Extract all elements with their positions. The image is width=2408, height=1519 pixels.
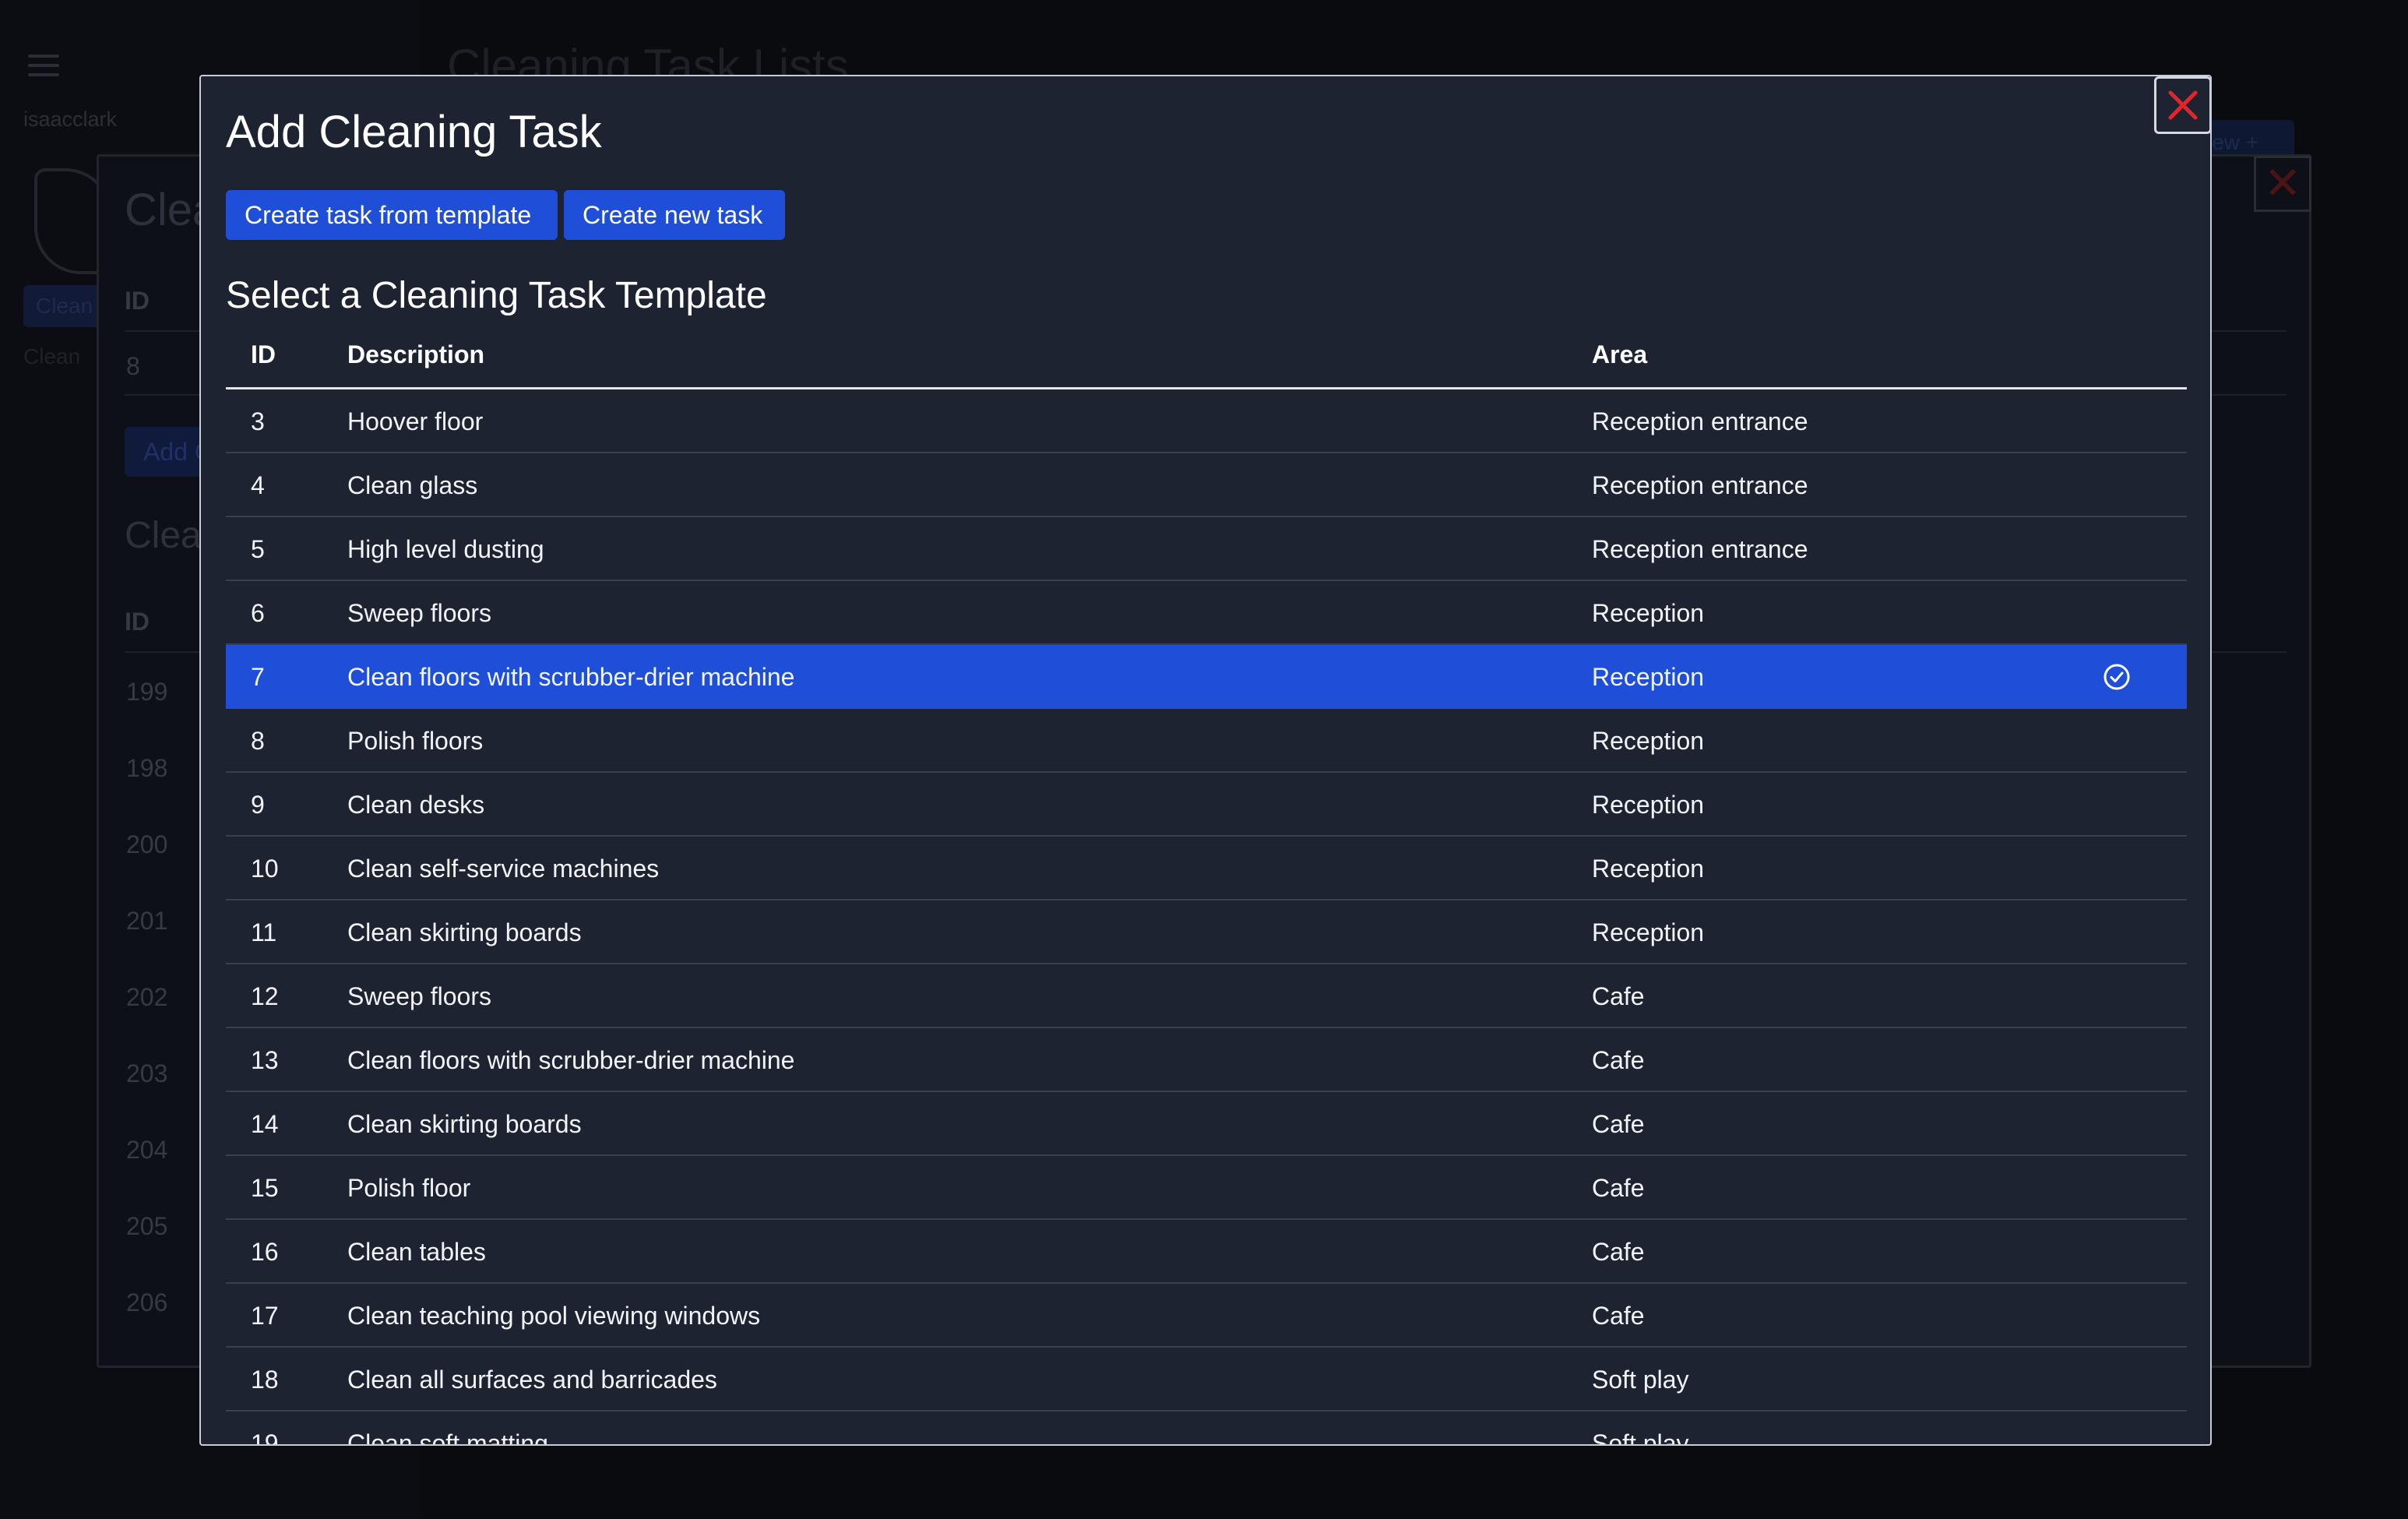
row-area: Reception [1592, 727, 1705, 755]
row-area: Soft play [1592, 1366, 1689, 1394]
row-id: 16 [251, 1238, 279, 1266]
panel-list-id: 204 [126, 1136, 168, 1164]
table-row[interactable]: 9 Clean desks Reception [226, 773, 2187, 837]
panel-list-id: 200 [126, 830, 168, 858]
row-description: Clean desks [347, 791, 485, 819]
row-description: High level dusting [347, 535, 544, 563]
table-row[interactable]: 3 Hoover floor Reception entrance [226, 389, 2187, 453]
panel-list-id: 206 [126, 1288, 168, 1316]
row-description: Clean glass [347, 471, 478, 499]
check-circle-icon [2103, 664, 2130, 690]
table-row[interactable]: 7 Clean floors with scrubber-drier machin… [226, 645, 2187, 709]
table-row[interactable]: 16 Clean tables Cafe [226, 1220, 2187, 1284]
panel-list-id: 198 [126, 754, 168, 782]
table-header: ID Description Area [226, 319, 2187, 389]
panel-id-header: ID [125, 287, 150, 315]
row-id: 9 [251, 791, 265, 819]
row-area: Reception [1592, 599, 1705, 627]
row-area: Reception [1592, 791, 1705, 819]
panel-list-header: ID [125, 608, 150, 636]
row-id: 5 [251, 535, 265, 563]
row-id: 17 [251, 1302, 279, 1330]
row-description: Hoover floor [347, 407, 484, 435]
menu-icon[interactable] [28, 55, 59, 76]
panel-list-id: 201 [126, 907, 168, 935]
table-row[interactable]: 11 Clean skirting boards Reception [226, 900, 2187, 964]
row-description: Sweep floors [347, 982, 491, 1010]
create-new-task-button[interactable]: Create new task [564, 190, 785, 240]
row-description: Clean teaching pool viewing windows [347, 1302, 761, 1330]
row-area: Cafe [1592, 982, 1645, 1010]
row-description: Clean all surfaces and barricades [347, 1366, 717, 1394]
username: isaacclark [23, 107, 118, 131]
row-id: 6 [251, 599, 265, 627]
panel-list-id: 203 [126, 1059, 168, 1087]
row-id: 18 [251, 1366, 279, 1394]
column-header-description[interactable]: Description [347, 319, 484, 389]
background-close-icon[interactable]: ✕ [2254, 156, 2311, 212]
column-header-id[interactable]: ID [251, 319, 276, 389]
close-button[interactable] [2154, 76, 2210, 134]
table-row[interactable]: 15 Polish floor Cafe [226, 1156, 2187, 1220]
row-description: Clean skirting boards [347, 918, 582, 946]
row-id: 15 [251, 1174, 279, 1202]
row-description: Clean floors with scrubber-drier machine [347, 1046, 795, 1074]
table-row[interactable]: 13 Clean floors with scrubber-drier machi… [226, 1028, 2187, 1092]
row-id: 10 [251, 855, 279, 883]
table-row[interactable]: 10 Clean self-service machines Reception [226, 837, 2187, 900]
row-area: Reception [1592, 855, 1705, 883]
row-area: Cafe [1592, 1238, 1645, 1266]
row-id: 13 [251, 1046, 279, 1074]
row-id: 12 [251, 982, 279, 1010]
row-description: Clean self-service machines [347, 855, 660, 883]
table-row[interactable]: 14 Clean skirting boards Cafe [226, 1092, 2187, 1156]
table-row[interactable]: 18 Clean all surfaces and barricades Soft … [226, 1348, 2187, 1412]
table-body: 3 Hoover floor Reception entrance 4 Clean gl… [226, 389, 2187, 1446]
panel-section-title: Clea [125, 515, 202, 556]
table-row[interactable]: 19 Clean soft matting Soft play [226, 1412, 2187, 1446]
panel-list-id: 202 [126, 983, 168, 1011]
row-description: Clean tables [347, 1238, 486, 1266]
row-area: Reception entrance [1592, 535, 1808, 563]
panel-id-value: 8 [126, 352, 140, 380]
table-row[interactable]: 5 High level dusting Reception entrance [226, 517, 2187, 581]
panel-list-id: 205 [126, 1212, 168, 1240]
column-header-area[interactable]: Area [1592, 319, 1647, 389]
sidebar-item-cleaning-2[interactable]: Clean [23, 344, 80, 369]
row-area: Reception [1592, 918, 1705, 946]
row-description: Clean skirting boards [347, 1110, 582, 1138]
row-description: Sweep floors [347, 599, 491, 627]
modal-title: Add Cleaning Task [226, 107, 602, 157]
row-id: 3 [251, 407, 265, 435]
row-description: Clean floors with scrubber-drier machine [347, 663, 795, 691]
row-area: Reception entrance [1592, 407, 1808, 435]
row-area: Reception entrance [1592, 471, 1808, 499]
template-table: ID Description Area 3 Hoover floor Recepti… [226, 319, 2187, 1446]
row-area: Cafe [1592, 1174, 1645, 1202]
row-id: 4 [251, 471, 265, 499]
table-row[interactable]: 12 Sweep floors Cafe [226, 964, 2187, 1028]
panel-list-id: 199 [126, 678, 168, 706]
close-icon [2168, 90, 2198, 120]
table-row[interactable]: 4 Clean glass Reception entrance [226, 453, 2187, 517]
row-id: 14 [251, 1110, 279, 1138]
row-id: 11 [251, 918, 277, 946]
row-id: 7 [251, 663, 265, 691]
row-area: Soft play [1592, 1429, 1689, 1446]
table-row[interactable]: 6 Sweep floors Reception [226, 581, 2187, 645]
row-description: Polish floor [347, 1174, 471, 1202]
row-area: Cafe [1592, 1110, 1645, 1138]
row-id: 8 [251, 727, 265, 755]
row-description: Polish floors [347, 727, 484, 755]
create-from-template-button[interactable]: Create task from template [226, 190, 558, 240]
row-id: 19 [251, 1429, 279, 1446]
row-area: Cafe [1592, 1302, 1645, 1330]
table-row[interactable]: 8 Polish floors Reception [226, 709, 2187, 773]
table-row[interactable]: 17 Clean teaching pool viewing windows Caf… [226, 1284, 2187, 1348]
row-description: Clean soft matting [347, 1429, 548, 1446]
row-area: Reception [1592, 663, 1705, 691]
row-area: Cafe [1592, 1046, 1645, 1074]
add-cleaning-task-modal: Add Cleaning Task Create task from templ… [199, 75, 2212, 1446]
section-title: Select a Cleaning Task Template [226, 275, 767, 316]
